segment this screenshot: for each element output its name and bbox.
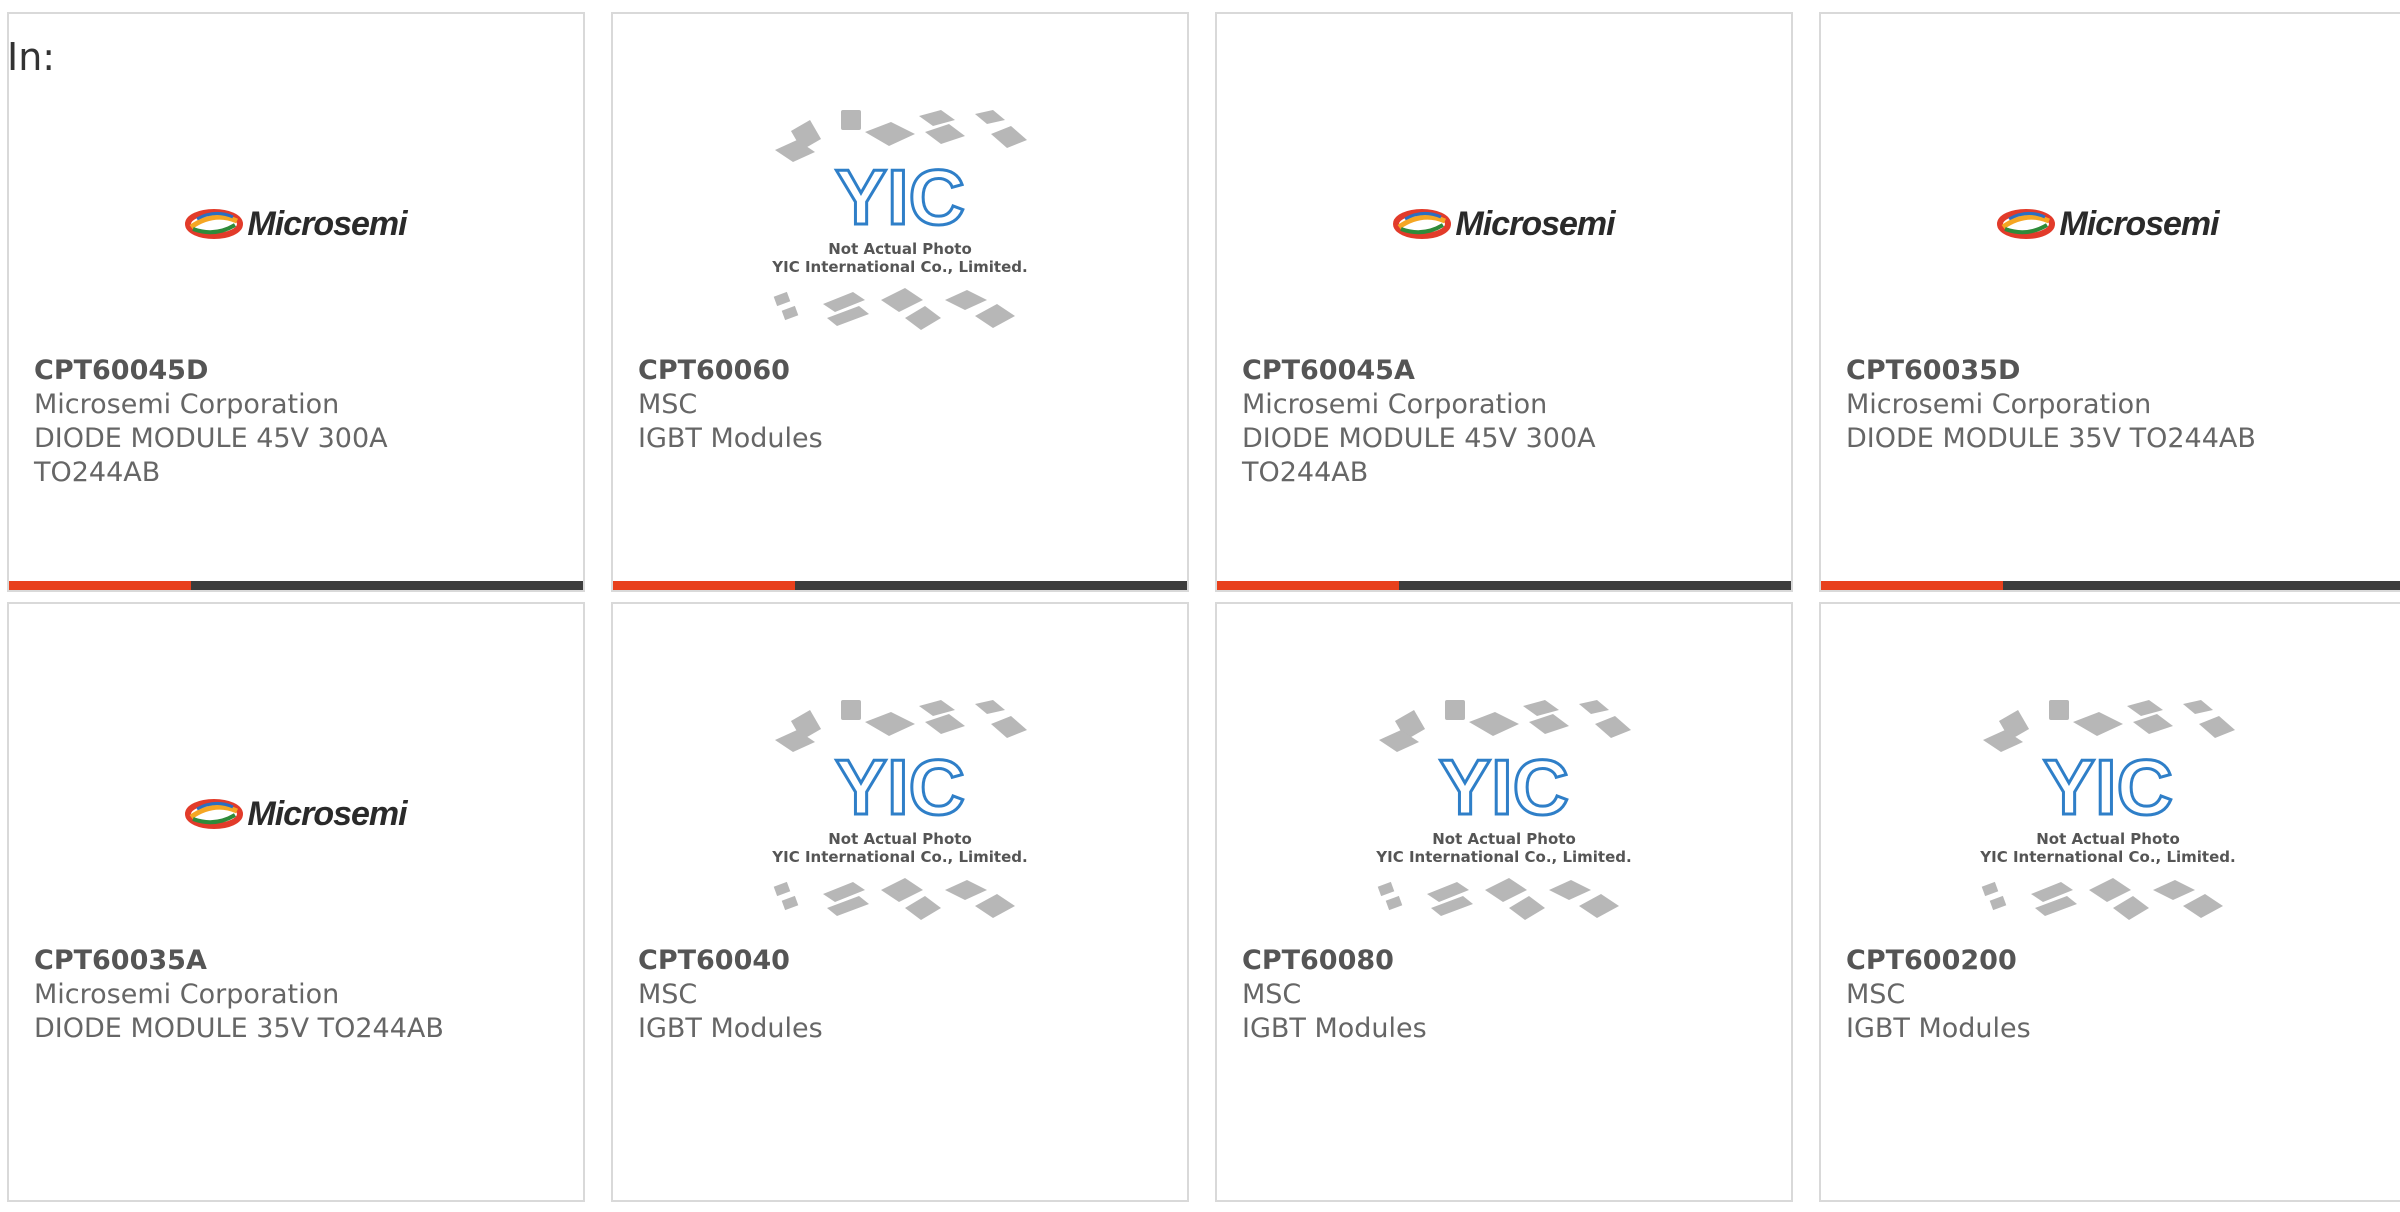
microsemi-logo: Microsemi: [1997, 204, 2220, 244]
manufacturer: MSC: [1242, 979, 1302, 1010]
microsemi-swirl-icon: [185, 799, 244, 829]
manufacturer: MSC: [638, 389, 698, 420]
description-line2: TO244AB: [34, 457, 161, 488]
product-card[interactable]: YIC Not Actual Photo YIC International C…: [1819, 602, 2400, 1202]
part-number[interactable]: CPT60045A: [1242, 354, 1766, 388]
yic-mark: YIC: [835, 743, 965, 831]
microsemi-wordmark: Microsemi: [1455, 204, 1615, 243]
part-number[interactable]: CPT60080: [1242, 944, 1766, 978]
microsemi-wordmark: Microsemi: [247, 794, 407, 833]
product-card[interactable]: Microsemi CPT60035A Microsemi Corporatio…: [7, 602, 585, 1202]
product-image[interactable]: Microsemi: [9, 94, 583, 354]
card-accent: [613, 581, 795, 590]
microsemi-logo: Microsemi: [185, 794, 408, 834]
product-image[interactable]: YIC Not Actual Photo YIC International C…: [613, 94, 1187, 354]
card-footer-bar: [1821, 581, 2400, 590]
product-image[interactable]: YIC Not Actual Photo YIC International C…: [1821, 684, 2395, 944]
card-footer-bar: [613, 581, 1187, 590]
product-image[interactable]: Microsemi: [1217, 94, 1791, 354]
yic-caption-2: YIC International Co., Limited.: [1979, 848, 2235, 866]
microsemi-swirl-icon: [1997, 209, 2056, 239]
yic-caption-1: Not Actual Photo: [828, 830, 972, 848]
product-info: CPT60045A Microsemi Corporation DIODE MO…: [1242, 354, 1766, 490]
manufacturer: Microsemi Corporation: [1846, 389, 2152, 420]
card-accent: [1217, 581, 1399, 590]
product-info: CPT60060 MSC IGBT Modules: [638, 354, 1162, 456]
yic-caption-2: YIC International Co., Limited.: [771, 258, 1027, 276]
product-info: CPT600200 MSC IGBT Modules: [1846, 944, 2380, 1046]
product-card[interactable]: Microsemi CPT60045A Microsemi Corporatio…: [1215, 12, 1793, 592]
part-number[interactable]: CPT600200: [1846, 944, 2380, 978]
manufacturer: Microsemi Corporation: [34, 389, 340, 420]
product-card[interactable]: YIC Not Actual Photo YIC International C…: [1215, 602, 1793, 1202]
description: DIODE MODULE 35V TO244AB: [1846, 423, 2256, 454]
product-card[interactable]: Microsemi CPT60035D Microsemi Corporatio…: [1819, 12, 2400, 592]
card-footer-bar: [9, 581, 583, 590]
product-image[interactable]: YIC Not Actual Photo YIC International C…: [1217, 684, 1791, 944]
description: DIODE MODULE 35V TO244AB: [34, 1013, 444, 1044]
yic-caption-1: Not Actual Photo: [1432, 830, 1576, 848]
yic-mark: YIC: [1439, 743, 1569, 831]
description: IGBT Modules: [638, 1013, 823, 1044]
product-grid: Microsemi CPT60045D Microsemi Corporatio…: [7, 12, 2400, 1212]
yic-caption-1: Not Actual Photo: [828, 240, 972, 258]
product-info: CPT60035A Microsemi Corporation DIODE MO…: [34, 944, 558, 1046]
yic-caption-1: Not Actual Photo: [2036, 830, 2180, 848]
product-card[interactable]: YIC Not Actual Photo YIC International C…: [611, 12, 1189, 592]
part-number[interactable]: CPT60060: [638, 354, 1162, 388]
description-line2: TO244AB: [1242, 457, 1369, 488]
product-image[interactable]: YIC Not Actual Photo YIC International C…: [613, 684, 1187, 944]
product-info: CPT60080 MSC IGBT Modules: [1242, 944, 1766, 1046]
part-number[interactable]: CPT60035A: [34, 944, 558, 978]
manufacturer: MSC: [638, 979, 698, 1010]
product-info: CPT60045D Microsemi Corporation DIODE MO…: [34, 354, 558, 490]
product-card[interactable]: YIC Not Actual Photo YIC International C…: [611, 602, 1189, 1202]
description: IGBT Modules: [1242, 1013, 1427, 1044]
description: IGBT Modules: [1846, 1013, 2031, 1044]
product-image[interactable]: Microsemi: [9, 684, 583, 944]
microsemi-logo: Microsemi: [1393, 204, 1616, 244]
card-footer-bar: [1217, 581, 1791, 590]
product-image[interactable]: Microsemi: [1821, 94, 2395, 354]
microsemi-wordmark: Microsemi: [2059, 204, 2219, 243]
product-info: CPT60040 MSC IGBT Modules: [638, 944, 1162, 1046]
microsemi-wordmark: Microsemi: [247, 204, 407, 243]
microsemi-swirl-icon: [1393, 209, 1452, 239]
in-label: In:: [7, 35, 56, 79]
yic-placeholder-image: YIC Not Actual Photo YIC International C…: [771, 110, 1028, 330]
manufacturer: MSC: [1846, 979, 1906, 1010]
microsemi-swirl-icon: [185, 209, 244, 239]
microsemi-logo: Microsemi: [185, 204, 408, 244]
part-number[interactable]: CPT60045D: [34, 354, 558, 388]
yic-mark: YIC: [2043, 743, 2173, 831]
description: DIODE MODULE 45V 300A: [34, 423, 388, 454]
product-card[interactable]: Microsemi CPT60045D Microsemi Corporatio…: [7, 12, 585, 592]
part-number[interactable]: CPT60040: [638, 944, 1162, 978]
part-number[interactable]: CPT60035D: [1846, 354, 2380, 388]
card-accent: [9, 581, 191, 590]
yic-placeholder-image: YIC Not Actual Photo YIC International C…: [1979, 700, 2236, 920]
yic-mark: YIC: [835, 153, 965, 241]
description: DIODE MODULE 45V 300A: [1242, 423, 1596, 454]
product-info: CPT60035D Microsemi Corporation DIODE MO…: [1846, 354, 2380, 456]
description: IGBT Modules: [638, 423, 823, 454]
card-accent: [1821, 581, 2003, 590]
yic-caption-2: YIC International Co., Limited.: [1375, 848, 1631, 866]
yic-caption-2: YIC International Co., Limited.: [771, 848, 1027, 866]
manufacturer: Microsemi Corporation: [1242, 389, 1548, 420]
yic-placeholder-image: YIC Not Actual Photo YIC International C…: [771, 700, 1028, 920]
yic-placeholder-image: YIC Not Actual Photo YIC International C…: [1375, 700, 1632, 920]
manufacturer: Microsemi Corporation: [34, 979, 340, 1010]
